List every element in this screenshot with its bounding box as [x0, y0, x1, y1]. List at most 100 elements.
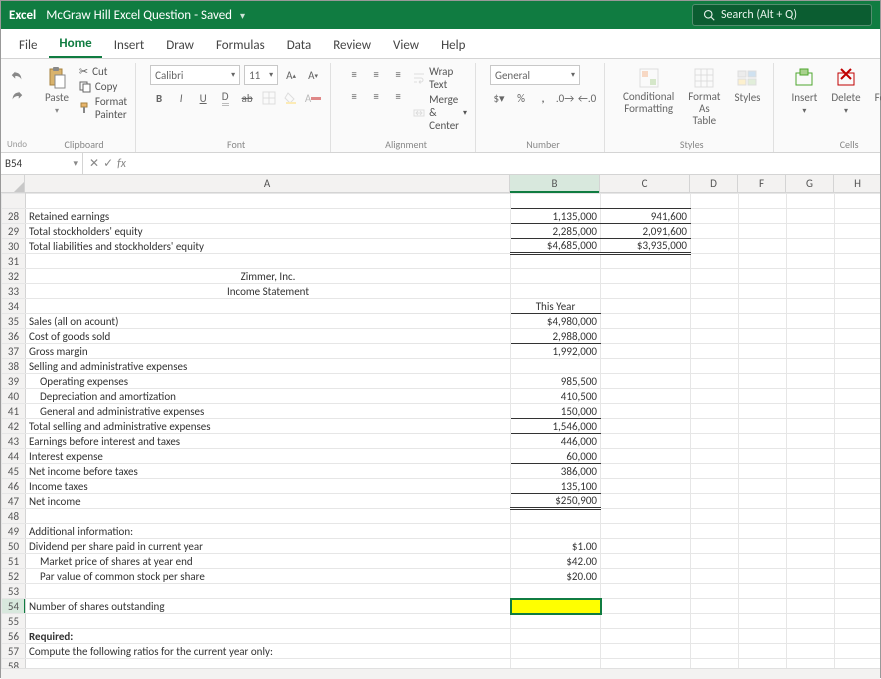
bold-button[interactable]: B	[150, 89, 168, 107]
cell-F49[interactable]	[739, 524, 787, 539]
cell-C52[interactable]	[601, 569, 691, 584]
cell-D49[interactable]	[691, 524, 739, 539]
cell-G55[interactable]	[787, 614, 835, 629]
table-row[interactable]: 47Net income$250,900	[2, 494, 881, 509]
row-header-36[interactable]: 36	[2, 329, 26, 344]
align-right-icon[interactable]: ≡	[389, 87, 407, 105]
row-header-37[interactable]: 37	[2, 344, 26, 359]
cell-F50[interactable]	[739, 539, 787, 554]
merge-center-button[interactable]: Merge & Center▾	[413, 93, 467, 132]
cell-F55[interactable]	[739, 614, 787, 629]
cell-B49[interactable]	[511, 524, 601, 539]
cell-G40[interactable]	[787, 389, 835, 404]
cell-B47[interactable]: $250,900	[511, 494, 601, 509]
cell-A47[interactable]: Net income	[26, 494, 511, 509]
cell-B34[interactable]: This Year	[511, 299, 601, 314]
cell-A34[interactable]	[26, 299, 511, 314]
cell-C39[interactable]	[601, 374, 691, 389]
cell-C47[interactable]	[601, 494, 691, 509]
row-header-43[interactable]: 43	[2, 434, 26, 449]
increase-decimal-button[interactable]: .0→	[556, 89, 574, 107]
cell-D58[interactable]	[691, 659, 739, 669]
cell-G49[interactable]	[787, 524, 835, 539]
cell-D44[interactable]	[691, 449, 739, 464]
cell-D28[interactable]	[691, 209, 739, 224]
row-header-48[interactable]: 48	[2, 509, 26, 524]
cell-B56[interactable]	[511, 629, 601, 644]
table-row[interactable]: 52Par value of common stock per share$20…	[2, 569, 881, 584]
underline-button[interactable]: U	[194, 89, 212, 107]
cell-G39[interactable]	[787, 374, 835, 389]
cell-G32[interactable]	[787, 269, 835, 284]
cell-G42[interactable]	[787, 419, 835, 434]
row-header-31[interactable]: 31	[2, 254, 26, 269]
cell-G29[interactable]	[787, 224, 835, 239]
cell-H41[interactable]	[835, 404, 881, 419]
column-headers[interactable]: ABCDFGH	[25, 175, 880, 193]
cell-B52[interactable]: $20.00	[511, 569, 601, 584]
cell-A43[interactable]: Earnings before interest and taxes	[26, 434, 511, 449]
tab-help[interactable]: Help	[431, 32, 475, 58]
cell-G31[interactable]	[787, 254, 835, 269]
cell-D29[interactable]	[691, 224, 739, 239]
cell-B37[interactable]: 1,992,000	[511, 344, 601, 359]
cell-A51[interactable]: Market price of shares at year end	[26, 554, 511, 569]
row-header-44[interactable]: 44	[2, 449, 26, 464]
cell-B43[interactable]: 446,000	[511, 434, 601, 449]
tab-data[interactable]: Data	[277, 32, 322, 58]
table-row[interactable]: 49Additional information:	[2, 524, 881, 539]
col-header-C[interactable]: C	[600, 175, 690, 192]
cell-C35[interactable]	[601, 314, 691, 329]
cell-C31[interactable]	[601, 254, 691, 269]
cell-D46[interactable]	[691, 479, 739, 494]
cell-H37[interactable]	[835, 344, 881, 359]
cell-F35[interactable]	[739, 314, 787, 329]
cell-A50[interactable]: Dividend per share paid in current year	[26, 539, 511, 554]
cell-D39[interactable]	[691, 374, 739, 389]
accept-formula-icon[interactable]: ✓	[103, 156, 113, 171]
cell-H50[interactable]	[835, 539, 881, 554]
cell-D51[interactable]	[691, 554, 739, 569]
cell-B31[interactable]	[511, 254, 601, 269]
cell-C40[interactable]	[601, 389, 691, 404]
spreadsheet-grid[interactable]: ABCDFGH 28Retained earnings1,135,000941,…	[1, 175, 880, 668]
tab-insert[interactable]: Insert	[104, 32, 155, 58]
cell-D45[interactable]	[691, 464, 739, 479]
cell-A36[interactable]: Cost of goods sold	[26, 329, 511, 344]
italic-button[interactable]: I	[172, 89, 190, 107]
cell-A40[interactable]: Depreciation and amortization	[26, 389, 511, 404]
row-header-58[interactable]: 58	[2, 659, 26, 669]
double-underline-button[interactable]: D	[216, 89, 234, 107]
cell-D34[interactable]	[691, 299, 739, 314]
cell-G44[interactable]	[787, 449, 835, 464]
cell-H43[interactable]	[835, 434, 881, 449]
cell-C51[interactable]	[601, 554, 691, 569]
cell-H56[interactable]	[835, 629, 881, 644]
decrease-font-icon[interactable]: A▾	[304, 66, 322, 84]
cell-A53[interactable]	[26, 584, 511, 599]
cell-G36[interactable]	[787, 329, 835, 344]
table-row[interactable]: 56Required:	[2, 629, 881, 644]
cell-H48[interactable]	[835, 509, 881, 524]
cell-A45[interactable]: Net income before taxes	[26, 464, 511, 479]
table-row[interactable]: 37Gross margin1,992,000	[2, 344, 881, 359]
cell-F28[interactable]	[739, 209, 787, 224]
cell-A46[interactable]: Income taxes	[26, 479, 511, 494]
table-row[interactable]: 46Income taxes135,100	[2, 479, 881, 494]
cell-H28[interactable]	[835, 209, 881, 224]
cell-F36[interactable]	[739, 329, 787, 344]
cell-C42[interactable]	[601, 419, 691, 434]
cell-G58[interactable]	[787, 659, 835, 669]
cell-A42[interactable]: Total selling and administrative expense…	[26, 419, 511, 434]
copy-button[interactable]: Copy	[79, 80, 127, 93]
cell-F31[interactable]	[739, 254, 787, 269]
cell-D36[interactable]	[691, 329, 739, 344]
cell-H53[interactable]	[835, 584, 881, 599]
cell-C44[interactable]	[601, 449, 691, 464]
cut-button[interactable]: ✂Cut	[79, 65, 127, 78]
font-size-combo[interactable]: 11▾	[244, 65, 278, 85]
cell-C54[interactable]	[601, 599, 691, 614]
align-top-icon[interactable]: ≡	[345, 65, 363, 83]
cell-A44[interactable]: Interest expense	[26, 449, 511, 464]
horizontal-scrollbar[interactable]	[1, 668, 880, 679]
